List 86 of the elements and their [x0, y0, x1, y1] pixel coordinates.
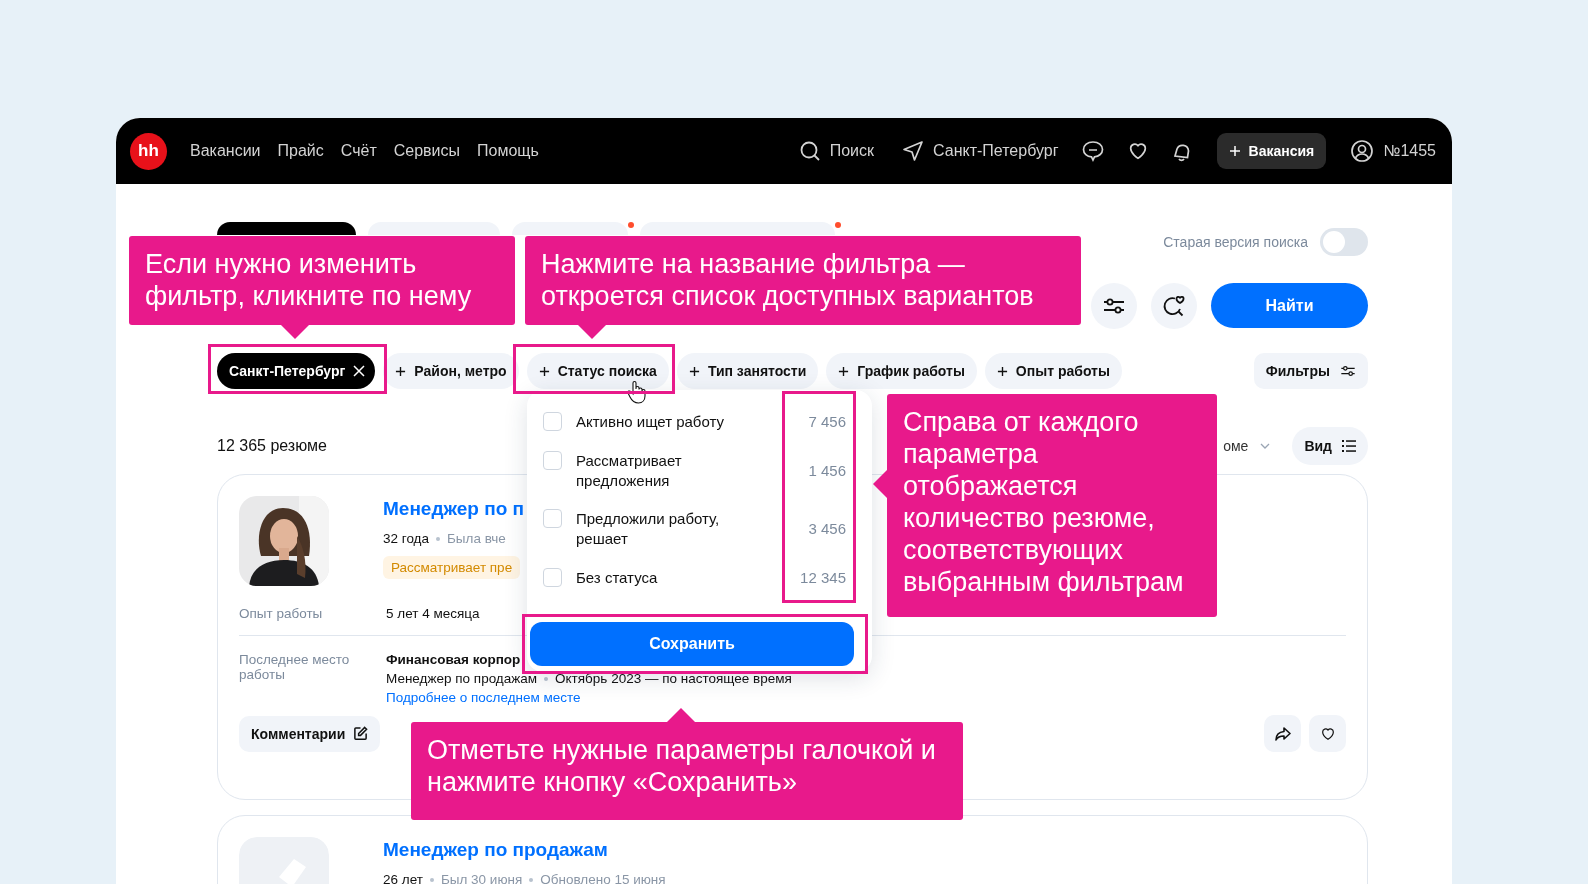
more-link[interactable]: Подробнее о последнем месте	[386, 690, 792, 705]
separator-dot	[429, 877, 434, 882]
field-label: Опыт работы	[239, 606, 324, 621]
results-count: 12 365 резюме	[217, 437, 327, 455]
option-count: 7 456	[808, 412, 846, 432]
nav-link[interactable]: Помощь	[477, 142, 539, 160]
settings-button[interactable]	[1091, 282, 1137, 329]
callout: Отметьте нужные параметры галочкой и нажмите кнопку «Сохранить»	[411, 722, 963, 820]
filters-button[interactable]: Фильтры	[1253, 353, 1368, 389]
nav-link[interactable]: Вакансии	[190, 142, 261, 160]
field-value: 5 лет 4 месяца	[386, 606, 480, 621]
search-link[interactable]: Поиск	[829, 142, 875, 160]
option-label[interactable]: Предложили работу, решает	[576, 509, 756, 549]
search-icon	[798, 140, 821, 162]
position-text: Менеджер по продажам	[386, 671, 538, 686]
option-count: 12 345	[800, 568, 846, 588]
account-icon	[1350, 139, 1375, 163]
share-button[interactable]	[1264, 715, 1301, 752]
post-vacancy-button[interactable]: Вакансия	[1216, 133, 1327, 169]
option-count: 3 456	[808, 519, 846, 539]
filter-chip[interactable]: Тип занятости	[676, 353, 819, 389]
field-label: Последнее место работы	[239, 652, 351, 684]
account-link[interactable]: №1455	[1383, 142, 1436, 160]
callout: Если нужно изменить фильтр, кликните по нему	[129, 236, 515, 325]
edit-icon	[353, 726, 369, 741]
option-label[interactable]: Рассматривает предложения	[576, 451, 756, 491]
checkbox[interactable]	[543, 568, 562, 587]
comments-button[interactable]: Комментарии	[239, 715, 381, 752]
age-text: 32 года	[383, 531, 429, 546]
last-seen-text: Был 30 июня	[440, 872, 523, 884]
favorite-button[interactable]	[1309, 715, 1346, 752]
tab[interactable]	[217, 222, 356, 235]
callout-pointer	[578, 325, 606, 339]
saved-search-button[interactable]	[1151, 282, 1197, 329]
nav-link[interactable]: Прайс	[277, 142, 324, 160]
heart-icon[interactable]	[1319, 725, 1336, 742]
search-heart-icon	[1162, 293, 1186, 318]
option-label[interactable]: Активно ищет работу	[576, 412, 756, 432]
period-text: Октябрь 2023 — по настоящее время	[555, 671, 792, 686]
filter-chip[interactable]: График работы	[826, 353, 977, 389]
view-button[interactable]: Вид	[1292, 427, 1368, 465]
age-text: 26 лет	[383, 872, 423, 884]
company-name: Финансовая корпор	[386, 652, 522, 667]
plus-icon	[395, 365, 407, 377]
separator-dot	[529, 877, 534, 882]
callout: Справа от каждого параметра отображается количество резюме, соответствующих выбранным фильтрам	[887, 394, 1217, 617]
logo[interactable]: hh	[130, 132, 167, 170]
location-arrow-icon	[902, 140, 925, 162]
find-button[interactable]: Найти	[1211, 283, 1368, 328]
plus-icon	[838, 365, 850, 377]
list-icon	[1342, 440, 1356, 452]
toggle-switch[interactable]	[1320, 228, 1368, 256]
callout-pointer	[873, 470, 887, 498]
save-button[interactable]: Сохранить	[530, 622, 854, 666]
callout-pointer	[281, 325, 309, 339]
nav-link[interactable]: Счёт	[340, 142, 377, 160]
chat-icon[interactable]	[1080, 140, 1105, 162]
toggle-label: Старая версия поиска	[1163, 234, 1308, 250]
status-badge: Рассматривает пре	[383, 556, 521, 579]
plus-icon	[538, 365, 550, 377]
filter-chip[interactable]: Статус поиска	[526, 353, 669, 389]
close-icon[interactable]	[353, 365, 366, 377]
nav-link[interactable]: Сервисы	[393, 142, 460, 160]
resume-title[interactable]: Менеджер по п	[383, 498, 524, 520]
option-count: 1 456	[808, 461, 846, 481]
option-label[interactable]: Без статуса	[576, 568, 756, 588]
checkbox[interactable]	[543, 451, 562, 470]
checkbox[interactable]	[543, 412, 562, 431]
city-link[interactable]: Санкт-Петербург	[933, 142, 1059, 160]
filter-chip[interactable]: Опыт работы	[984, 353, 1122, 389]
plus-icon	[688, 365, 700, 377]
checkbox[interactable]	[543, 509, 562, 528]
callout-pointer	[667, 708, 695, 722]
separator-dot	[436, 536, 440, 541]
plus-icon	[1228, 145, 1241, 157]
separator-dot	[544, 676, 549, 681]
callout: Нажмите на название фильтра — откроется список доступных вариантов	[525, 236, 1081, 325]
sliders-icon	[1340, 363, 1356, 379]
updated-text: Обновлено 15 июня	[540, 872, 666, 884]
chevron-down-icon	[1260, 443, 1271, 449]
resume-title[interactable]: Менеджер по продажам	[383, 839, 608, 861]
plus-icon	[996, 365, 1008, 377]
share-icon	[1274, 726, 1291, 741]
sort-dropdown[interactable]: оме	[1223, 438, 1249, 454]
last-seen-text: Была вче	[447, 531, 506, 546]
filter-chip[interactable]: Санкт-Петербург	[217, 353, 376, 389]
